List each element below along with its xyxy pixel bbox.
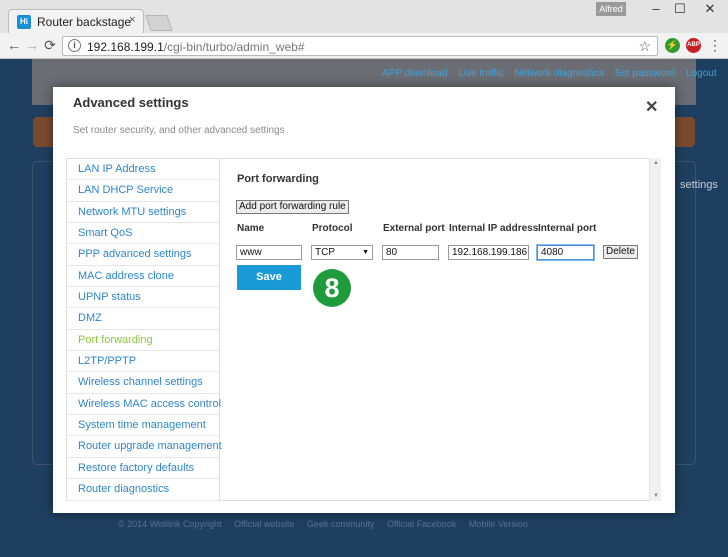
reload-icon[interactable]: ⟳ — [42, 37, 58, 54]
back-arrow-icon[interactable]: ← — [6, 37, 22, 53]
modal-close-icon[interactable]: ✕ — [645, 97, 658, 117]
sidebar-item[interactable]: UPNP status — [67, 287, 219, 309]
sidebar-item[interactable]: L2TP/PPTP — [67, 351, 219, 373]
sidebar-item[interactable]: LAN IP Address — [67, 159, 219, 181]
adblock-extension-icon[interactable]: ABP — [686, 38, 701, 53]
link-app-download[interactable]: APP download — [382, 68, 447, 79]
advanced-settings-modal: Advanced settings ✕ Set router security,… — [53, 87, 675, 513]
link-network-diagnostics[interactable]: Network diagnostics — [514, 68, 603, 79]
forward-arrow-icon[interactable]: → — [24, 37, 40, 53]
background-settings-label: settings — [680, 179, 718, 191]
modal-subtitle: Set router security, and other advanced … — [73, 125, 285, 136]
internal-port-input[interactable]: 4080 — [537, 245, 594, 260]
browser-toolbar: ← → ⟳ i 192.168.199.1/cgi-bin/turbo/admi… — [0, 33, 728, 59]
info-icon[interactable]: i — [68, 39, 81, 52]
footer-official-website[interactable]: Official website — [234, 519, 294, 529]
address-bar[interactable]: i 192.168.199.1/cgi-bin/turbo/admin_web#… — [62, 36, 658, 56]
sidebar-item[interactable]: MAC address clone — [67, 266, 219, 288]
internal-ip-input[interactable]: 192.168.199.186 — [448, 245, 529, 260]
sidebar-item[interactable]: Port forwarding — [67, 330, 219, 352]
scroll-down-arrow-icon[interactable]: ▼ — [653, 493, 659, 499]
save-button[interactable]: Save — [237, 265, 301, 290]
header-links: APP download Live traffic Network diagno… — [382, 68, 725, 79]
column-header-name: Name — [237, 223, 265, 234]
step-number-badge: 8 — [313, 269, 351, 307]
sidebar-item[interactable]: LAN DHCP Service — [67, 180, 219, 202]
section-title: Port forwarding — [237, 173, 319, 185]
dropdown-arrow-icon: ▼ — [362, 249, 369, 256]
sidebar-item[interactable]: Restore factory defaults — [67, 458, 219, 480]
column-header-internal-ip: Internal IP address — [449, 223, 539, 234]
browser-menu-icon[interactable]: ⋮ — [708, 37, 722, 54]
footer-mobile-version[interactable]: Mobile Version — [469, 519, 528, 529]
add-port-forwarding-rule-button[interactable]: Add port forwarding rule — [236, 200, 349, 214]
sidebar-item[interactable]: DMZ — [67, 308, 219, 330]
minimize-icon[interactable]: – — [644, 1, 668, 16]
address-url: 192.168.199.1/cgi-bin/turbo/admin_web# — [87, 40, 305, 54]
column-header-protocol: Protocol — [312, 223, 353, 234]
delete-rule-button[interactable]: Delete — [603, 245, 638, 259]
page-footer: © 2014 Wolilink Copyright Official websi… — [118, 519, 538, 529]
settings-sidebar: LAN IP Address LAN DHCP Service Network MT… — [66, 158, 222, 501]
extension-power-icon[interactable]: ⚡ — [665, 38, 680, 53]
window-close-icon[interactable]: ✕ — [698, 1, 722, 17]
column-header-external-port: External port — [383, 223, 445, 234]
sidebar-item[interactable]: System time management — [67, 415, 219, 437]
browser-tab[interactable]: Hi Router backstage × — [8, 9, 144, 33]
router-favicon-icon: Hi — [17, 15, 31, 29]
sidebar-item[interactable]: Router upgrade management — [67, 436, 222, 458]
protocol-selected-value: TCP — [315, 247, 335, 258]
url-host: 192.168.199.1 — [87, 40, 164, 54]
column-header-internal-port: Internal port — [538, 223, 597, 234]
footer-official-facebook[interactable]: Official Facebook — [387, 519, 456, 529]
modal-title: Advanced settings — [73, 95, 189, 110]
sidebar-item[interactable]: Wireless MAC access control — [67, 394, 221, 416]
sidebar-item[interactable]: PPP advanced settings — [67, 244, 219, 266]
rule-protocol-select[interactable]: TCP ▼ — [311, 245, 373, 260]
maximize-icon[interactable]: ☐ — [668, 1, 692, 17]
sidebar-item[interactable]: Smart QoS — [67, 223, 219, 245]
link-set-password[interactable]: Set password — [615, 68, 676, 79]
sidebar-item[interactable]: Router diagnostics — [67, 479, 219, 501]
bookmark-star-icon[interactable]: ☆ — [638, 38, 651, 55]
tab-title: Router backstage — [37, 15, 132, 29]
footer-copyright: © 2014 Wolilink Copyright — [118, 519, 222, 529]
tab-close-icon[interactable]: × — [129, 14, 135, 26]
content-scrollbar[interactable]: ▲ ▼ — [649, 158, 661, 501]
footer-geek-community[interactable]: Geek community — [307, 519, 375, 529]
external-port-input[interactable]: 80 — [382, 245, 439, 260]
sidebar-item[interactable]: Network MTU settings — [67, 202, 219, 224]
rule-name-input[interactable]: www — [236, 245, 302, 260]
link-logout[interactable]: Logout — [686, 68, 717, 79]
link-live-traffic[interactable]: Live traffic — [458, 68, 503, 79]
new-tab-button[interactable] — [145, 15, 173, 31]
user-profile-badge[interactable]: Alfred — [596, 2, 626, 16]
sidebar-item[interactable]: Wireless channel settings — [67, 372, 219, 394]
browser-tabbar: Hi Router backstage × Alfred – ☐ ✕ — [0, 0, 728, 33]
url-path: /cgi-bin/turbo/admin_web# — [163, 40, 305, 54]
scroll-up-arrow-icon[interactable]: ▲ — [653, 160, 659, 166]
